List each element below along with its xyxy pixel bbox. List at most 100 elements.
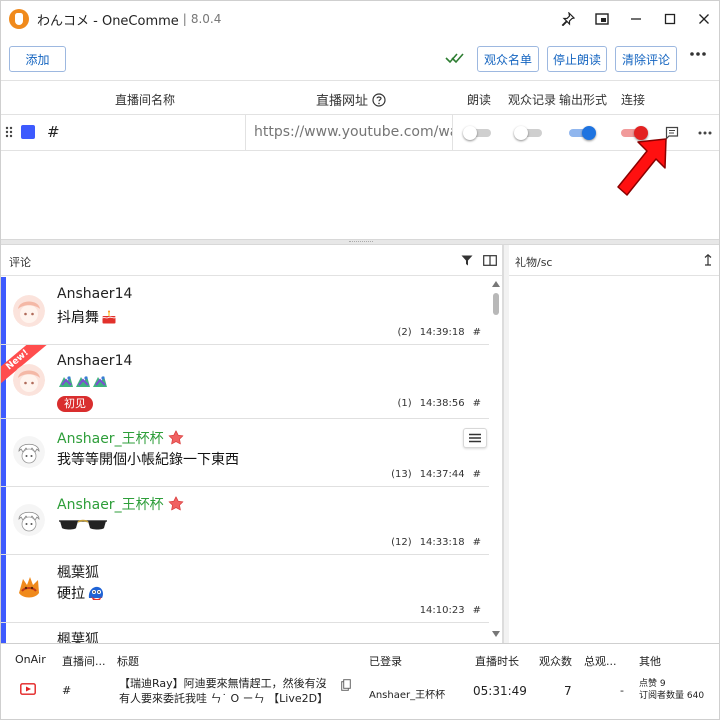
comment-time: 14:39:18 [419,327,465,338]
moderator-star-icon [168,496,183,511]
comment-author: Anshaer_王杯杯 [57,428,184,448]
comment-menu-button[interactable] [463,428,487,448]
comment-text [57,516,109,532]
read-toggle[interactable] [463,126,491,140]
comment-meta: 14:10:23 # [420,605,481,616]
status-subscribers: 订阅者数量 640 [639,691,705,701]
header-stream-url: 直播网址 [316,90,386,109]
annotation-arrow-icon [617,138,667,196]
comment-author-name: Anshaer_王杯杯 [57,431,164,447]
help-icon[interactable] [372,92,386,107]
pin-icon [561,12,575,26]
menu-icon [469,433,481,443]
drag-handle-icon[interactable] [5,126,13,138]
picture-in-picture-button[interactable] [585,1,619,37]
stop-reading-button[interactable]: 停止朗读 [547,46,607,72]
comment-list: Anshaer14 抖肩舞 (2) 14:39:18 # New! Anshaer1… [1,277,489,643]
comment-time: 14:33:18 [419,537,465,548]
moderator-star-icon [168,430,183,445]
avatar [13,364,45,396]
avatar [13,504,45,536]
header-stream-url-label: 直播网址 [316,94,369,109]
comment-channel: # [472,469,481,480]
stream-name[interactable]: # [47,123,60,141]
comment-text [57,373,109,391]
status-logged-in: Anshaer_王杯杯 [369,690,446,701]
comment-meta: (12) 14:33:18 # [391,537,481,548]
status-viewers: 7 [564,684,572,698]
status-header-total-viewers: 总观... [584,655,617,668]
stream-table-header: 直播间名称 直播网址 朗读 观众记录 输出形式 连接 [1,81,719,115]
comment-item[interactable]: 楓葉狐 硬拉 14:10:23 # [1,555,489,623]
comment-index: (13) [391,469,412,480]
filter-icon[interactable] [461,255,473,266]
sunglasses-emoji-icon [59,519,107,530]
gifts-header: 礼物/sc [509,245,719,276]
status-likes: 点赞 9 [639,679,666,689]
double-check-icon [445,53,464,64]
comment-meta: (1) 14:38:56 # [398,398,481,409]
comment-item[interactable]: Anshaer_王杯杯 (12) 14:33:18 # [1,487,489,555]
comment-text-content: 抖肩舞 [57,310,99,326]
comments-scrollbar[interactable] [489,277,503,643]
header-record: 观众记录 [508,93,557,107]
status-stream-title: 【瑞迪Ray】阿迪要來無情趕工，然後有沒有人要來委託我哇 ㄣ˙ O ㄧㄣ 【Li… [119,677,329,705]
more-options-icon[interactable] [689,51,707,57]
comments-header: 评论 [1,245,502,276]
gifts-title: 礼物/sc [515,256,553,269]
cake-emoji-icon [102,310,116,324]
comment-text: 硬拉 [57,583,105,603]
first-time-badge: 初见 [57,396,93,412]
status-header-other: 其他 [639,655,661,668]
stream-color-swatch[interactable] [21,125,35,139]
comment-text-content: 硬拉 [57,586,85,602]
clear-comments-button[interactable]: 清除评论 [615,46,677,72]
stream-url-input[interactable] [246,115,452,149]
comment-item[interactable]: 楓葉狐 [1,623,489,643]
split-view-icon[interactable] [483,255,497,266]
comment-text: 我等等開個小帳紀錄一下東西 [57,452,239,468]
title-separator: | [182,12,187,26]
add-button[interactable]: 添加 [9,46,66,72]
comment-item[interactable]: Anshaer_王杯杯 我等等開個小帳紀錄一下東西 (13) 14:37:44 # [1,419,489,487]
copy-icon[interactable] [341,679,351,691]
app-logo-icon [9,9,29,29]
output-toggle[interactable] [569,126,596,140]
comment-time: 14:37:44 [419,469,465,480]
title-bar: わんコメ - OneComme | 8.0.4 [1,1,719,37]
status-header-room: 直播间... [62,655,106,668]
window-controls [551,1,719,37]
comment-item[interactable]: New! Anshaer14 初见 (1) 14:38:56 # [1,345,489,419]
comment-author: Anshaer14 [57,286,133,302]
comment-author: Anshaer14 [57,353,133,369]
comment-index: (12) [391,537,412,548]
pin-window-button[interactable] [551,1,585,37]
maximize-button[interactable] [653,1,687,37]
stream-url-field [245,115,453,151]
viewer-list-button[interactable]: 观众名单 [477,46,539,72]
header-stream-name: 直播间名称 [115,93,176,107]
comment-item[interactable]: Anshaer14 抖肩舞 (2) 14:39:18 # [1,277,489,345]
scroll-up-icon[interactable] [492,281,500,287]
scroll-down-icon[interactable] [492,631,500,637]
status-header-viewers: 观众数 [539,655,572,668]
stream-status-table: OnAir 直播间... 标题 已登录 直播时长 观众数 总观... 其他 # … [1,643,719,719]
scroll-thumb[interactable] [493,293,499,315]
window-title: わんコメ - OneComme [37,13,179,29]
header-output: 输出形式 [559,93,608,107]
toolbar: 添加 观众名单 停止朗读 清除评论 [1,37,719,81]
comment-channel: # [472,537,481,548]
record-toggle[interactable] [514,126,542,140]
app-version: 8.0.4 [190,12,222,26]
status-header-duration: 直播时长 [475,655,519,668]
status-duration: 05:31:49 [473,684,527,698]
row-more-icon[interactable] [698,131,712,135]
sort-pin-icon[interactable] [703,254,713,266]
minimize-button[interactable] [619,1,653,37]
avatar [13,295,45,327]
status-other: 点赞 9 订阅者数量 640 [639,678,704,702]
comment-text: 抖肩舞 [57,307,117,327]
close-button[interactable] [687,1,719,37]
dragon-emoji-icon [59,376,107,387]
comment-index: (2) [397,327,412,338]
